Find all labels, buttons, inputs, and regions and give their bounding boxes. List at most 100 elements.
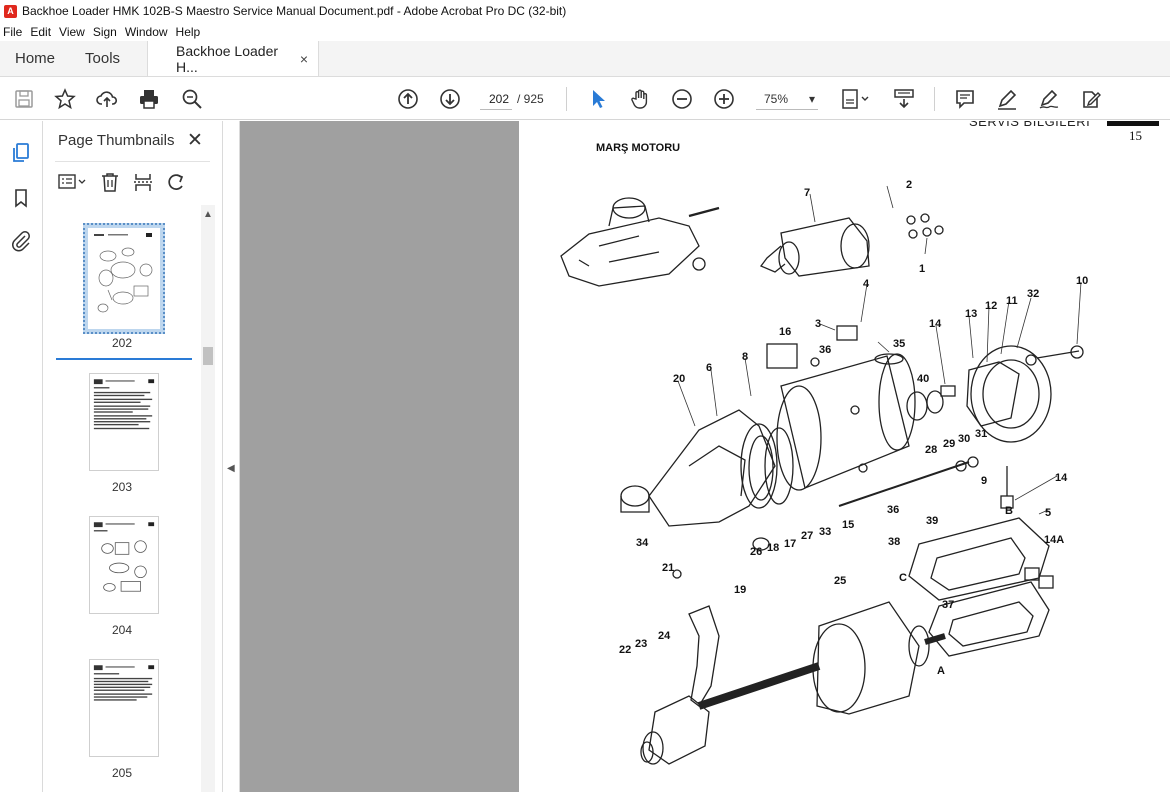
tab-tools[interactable]: Tools [70,41,135,76]
toolbar-divider [566,87,567,111]
document-canvas-background [240,121,519,792]
callout-21: 21 [662,562,674,574]
menu-view[interactable]: View [59,25,85,39]
attachments-icon[interactable] [10,230,32,252]
thumbnail-page-203[interactable] [89,373,159,471]
panel-title: Page Thumbnails [58,132,175,149]
header-block [1107,121,1159,126]
thumbnail-page-205[interactable] [89,659,159,757]
page-thumbnails-icon[interactable] [10,142,32,164]
search-zoom-icon[interactable] [179,86,205,112]
save-icon[interactable] [11,86,37,112]
tab-home[interactable]: Home [0,41,70,76]
callout-25: 25 [834,575,846,587]
left-rail [0,121,43,792]
collapse-panel-icon[interactable]: ◀ [227,463,235,474]
callout-C: C [899,572,907,584]
panel-toolbar [55,161,210,201]
callout-30: 30 [958,433,970,445]
menu-sign[interactable]: Sign [93,25,117,39]
page-down-icon[interactable] [437,86,463,112]
callout-B: B [1005,505,1013,517]
upload-cloud-icon[interactable] [94,86,120,112]
page-header-text: SERVIS BILGILERI [969,121,1091,129]
callout-38: 38 [888,536,900,548]
callout-20: 20 [673,373,685,385]
page-total-label: / 925 [517,92,544,106]
trash-icon[interactable] [98,170,122,194]
bookmarks-icon[interactable] [10,187,32,209]
edit-share-icon[interactable] [1078,86,1104,112]
title-bar: A Backhoe Loader HMK 102B-S Maestro Serv… [0,0,1170,22]
starter-motor-exploded-diagram: 2 7 1 10 4 32 11 12 3 13 14 16 35 36 8 6… [560,179,1088,765]
zoom-level-select[interactable]: 75% ▾ [756,88,818,110]
callout-A: A [937,665,945,677]
callout-10: 10 [1076,275,1088,287]
rotate-icon[interactable] [164,170,188,194]
menu-help[interactable]: Help [176,25,201,39]
thumbnail-label: 202 [111,336,133,350]
callout-28: 28 [925,444,937,456]
menu-edit[interactable]: Edit [30,25,51,39]
tab-document-label: Backhoe Loader H... [176,42,279,75]
toolbar-divider [934,87,935,111]
page-number-input[interactable] [480,88,512,110]
callout-22: 22 [619,644,631,656]
page-number: 15 [1129,128,1142,143]
acrobat-icon: A [4,4,17,18]
sign-icon[interactable] [1036,86,1062,112]
chevron-down-icon: ▾ [808,91,815,106]
callout-19: 19 [734,584,746,596]
tab-document[interactable]: Backhoe Loader H... × [147,41,320,76]
hand-pan-icon[interactable] [627,86,653,112]
tab-bar: Home Tools Backhoe Loader H... × [0,41,1170,77]
callout-15: 15 [842,519,854,531]
callout-29: 29 [943,438,955,450]
callout-17: 17 [784,538,796,550]
callout-13: 13 [965,308,977,320]
callout-32: 32 [1027,288,1039,300]
callout-23: 23 [635,638,647,650]
highlight-pen-icon[interactable] [994,86,1020,112]
page-up-icon[interactable] [395,86,421,112]
window-title: Backhoe Loader HMK 102B-S Maestro Servic… [22,4,567,18]
thumbnails-panel: Page Thumbnails ✕ 202 203 204 205 ▲ [43,121,223,792]
thumbnail-preview [88,228,160,329]
callout-33: 33 [819,526,831,538]
zoom-in-icon[interactable] [711,86,737,112]
callout-39: 39 [926,515,938,527]
callout-18: 18 [767,542,779,554]
thumbnail-page-204[interactable] [89,516,159,614]
callout-2: 2 [906,179,912,191]
panel-collapse-strip[interactable]: ◀ [223,121,240,792]
callout-3: 3 [815,318,821,330]
callout-34: 34 [636,537,649,549]
thumbnail-page-202[interactable] [83,223,165,334]
close-tab-icon[interactable]: × [300,51,308,67]
menu-file[interactable]: File [3,25,22,39]
zoom-out-icon[interactable] [669,86,695,112]
insert-page-icon[interactable] [131,170,155,194]
select-cursor-icon[interactable] [585,86,611,112]
menu-window[interactable]: Window [125,25,168,39]
callout-12: 12 [985,300,997,312]
fit-page-icon[interactable] [838,86,872,112]
callout-1: 1 [919,263,925,275]
thumbnail-scrollbar[interactable]: ▲ [201,205,215,792]
callout-5: 5 [1045,507,1051,519]
scroll-up-icon[interactable]: ▲ [203,209,213,220]
menu-bar: File Edit View Sign Window Help [0,22,1170,41]
callout-31: 31 [975,428,987,440]
thumbnail-list: 202 203 204 205 [43,205,201,792]
thumbnail-options-icon[interactable] [55,170,89,194]
scrollbar-thumb[interactable] [203,347,213,365]
thumbnail-label: 205 [111,766,133,780]
print-icon[interactable] [136,86,162,112]
close-panel-icon[interactable]: ✕ [187,129,203,152]
read-mode-icon[interactable] [890,86,920,112]
document-page: SERVIS BILGILERI 15 MARŞ MOTORU 2 7 1 10… [519,121,1170,792]
comment-icon[interactable] [952,86,978,112]
page-heading: MARŞ MOTORU [596,142,681,154]
bookmark-star-icon[interactable] [52,86,78,112]
callout-6: 6 [706,362,712,374]
